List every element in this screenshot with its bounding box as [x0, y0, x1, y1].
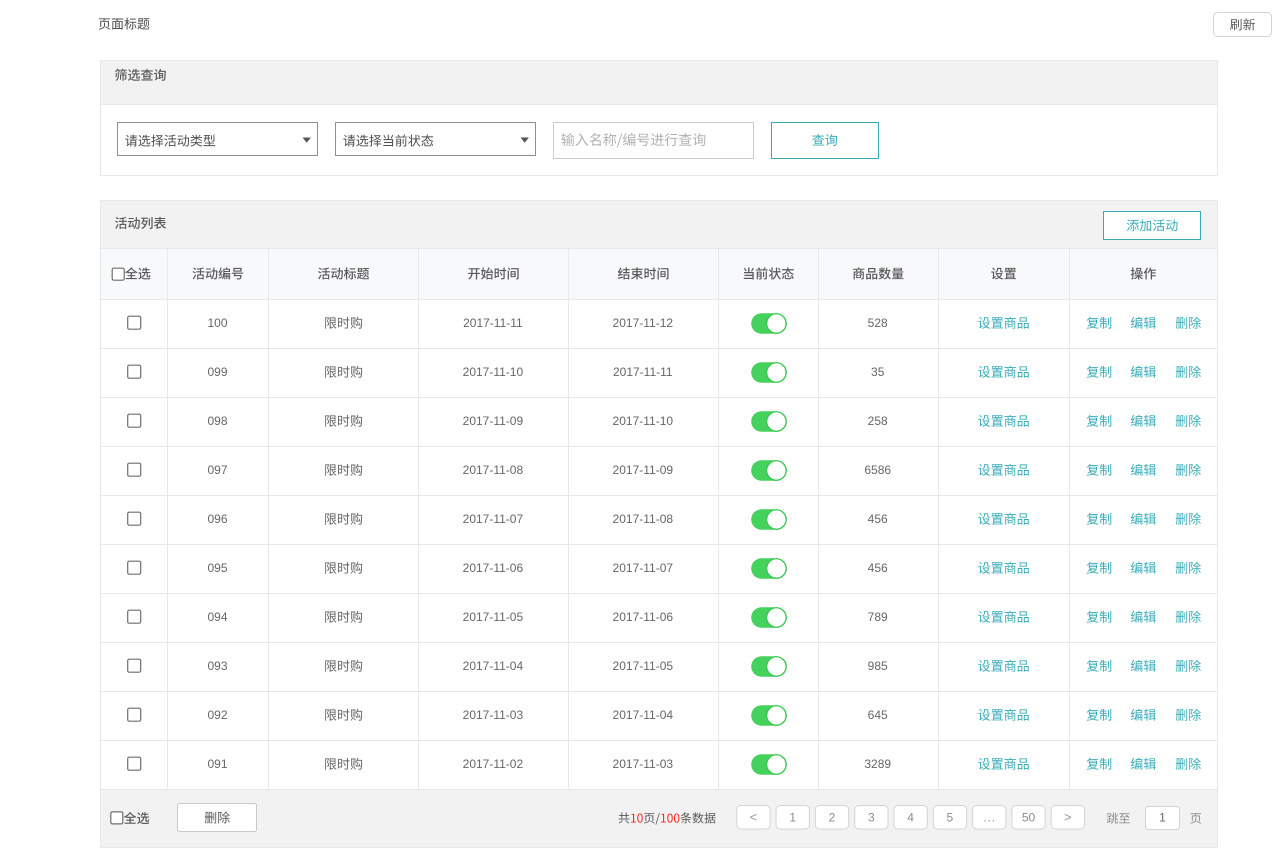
svg-text:<: <: [750, 810, 758, 825]
svg-text:2: 2: [829, 811, 836, 825]
svg-text:2017-11-05: 2017-11-05: [613, 659, 674, 673]
svg-text:789: 789: [868, 610, 888, 624]
svg-text:2017-11-07: 2017-11-07: [613, 561, 674, 575]
svg-text:095: 095: [207, 561, 227, 575]
svg-text:4: 4: [907, 811, 914, 825]
svg-text:2017-11-10: 2017-11-10: [463, 365, 524, 379]
svg-text:093: 093: [207, 659, 227, 673]
svg-text:2017-11-11: 2017-11-11: [463, 316, 523, 330]
svg-text:645: 645: [868, 708, 888, 722]
svg-text:35: 35: [871, 365, 885, 379]
svg-text:092: 092: [207, 708, 227, 722]
svg-text:2017-11-04: 2017-11-04: [613, 708, 674, 722]
svg-text:456: 456: [868, 561, 888, 575]
svg-text:>: >: [1064, 810, 1072, 825]
svg-text:097: 097: [207, 463, 227, 477]
svg-text:2017-11-03: 2017-11-03: [613, 757, 674, 771]
svg-text:2017-11-07: 2017-11-07: [463, 512, 524, 526]
svg-text:2017-11-06: 2017-11-06: [613, 610, 674, 624]
svg-text:091: 091: [207, 757, 227, 771]
svg-text:2017-11-08: 2017-11-08: [463, 463, 524, 477]
svg-text:2017-11-10: 2017-11-10: [613, 414, 674, 428]
svg-text:5: 5: [947, 811, 954, 825]
svg-text:258: 258: [868, 414, 888, 428]
svg-text:2017-11-09: 2017-11-09: [613, 463, 674, 477]
svg-text:…: …: [983, 810, 996, 825]
svg-text:096: 096: [207, 512, 227, 526]
svg-text:2017-11-06: 2017-11-06: [463, 561, 524, 575]
svg-text:099: 099: [207, 365, 227, 379]
svg-text:2017-11-02: 2017-11-02: [463, 757, 524, 771]
svg-text:2017-11-08: 2017-11-08: [613, 512, 674, 526]
svg-text:1: 1: [789, 811, 796, 825]
svg-text:094: 094: [207, 610, 227, 624]
svg-text:2017-11-03: 2017-11-03: [463, 708, 524, 722]
svg-text:528: 528: [868, 316, 888, 330]
svg-text:2017-11-04: 2017-11-04: [463, 659, 524, 673]
svg-text:098: 098: [207, 414, 227, 428]
svg-text:2017-11-09: 2017-11-09: [463, 414, 524, 428]
svg-text:2017-11-12: 2017-11-12: [613, 316, 674, 330]
svg-text:1: 1: [1159, 811, 1166, 825]
svg-text:6586: 6586: [864, 463, 891, 477]
svg-text:3289: 3289: [864, 757, 891, 771]
svg-text:50: 50: [1022, 811, 1036, 825]
svg-text:100: 100: [207, 316, 227, 330]
svg-text:2017-11-05: 2017-11-05: [463, 610, 524, 624]
svg-text:456: 456: [868, 512, 888, 526]
svg-text:2017-11-11: 2017-11-11: [613, 365, 673, 379]
svg-text:3: 3: [868, 811, 875, 825]
svg-text:985: 985: [868, 659, 888, 673]
